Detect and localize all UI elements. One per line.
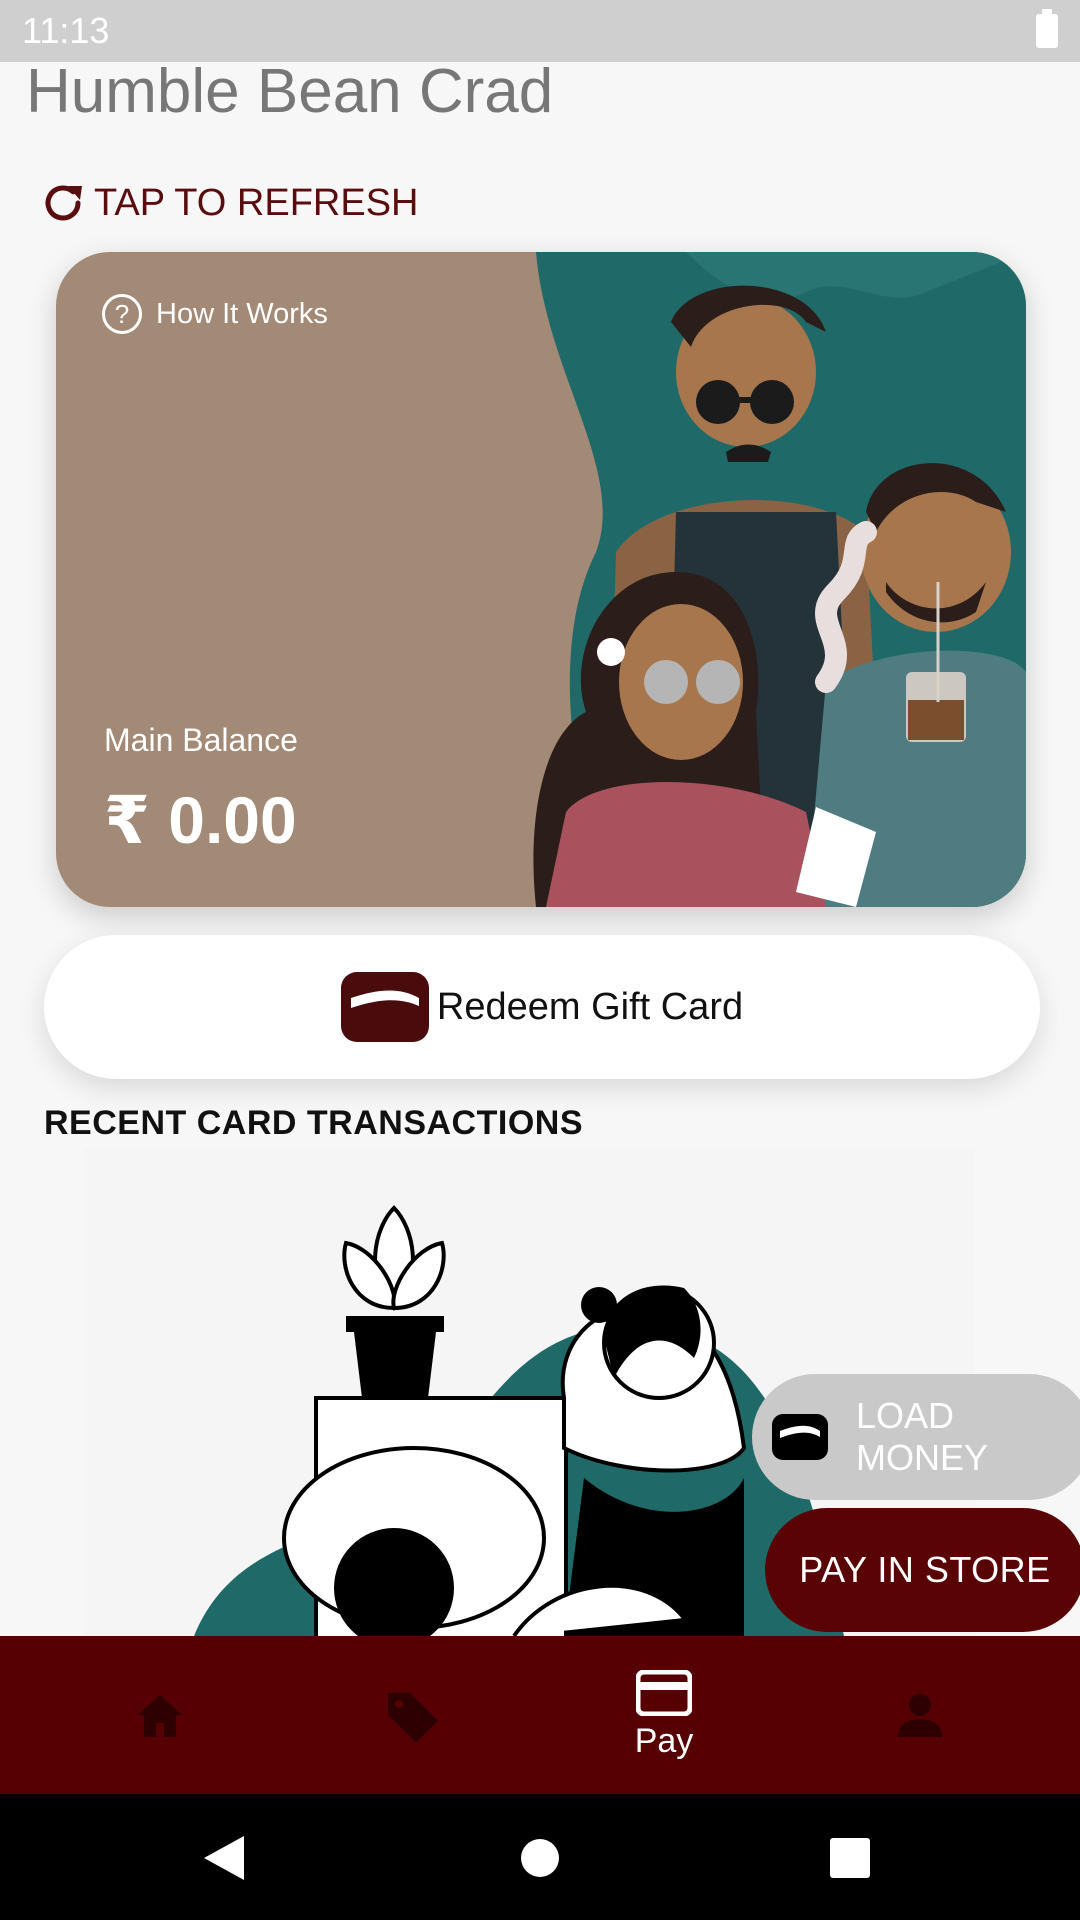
bottom-navigation: Pay [0, 1636, 1080, 1794]
back-icon[interactable] [200, 1834, 246, 1882]
load-money-button[interactable]: LOAD MONEY [752, 1374, 1080, 1500]
refresh-icon [45, 185, 82, 221]
card-icon [636, 1669, 692, 1716]
home-circle-icon[interactable] [520, 1838, 560, 1878]
refresh-label: TAP TO REFRESH [94, 181, 419, 224]
recents-icon[interactable] [830, 1838, 870, 1878]
person-icon [898, 1694, 942, 1737]
redeem-label: Redeem Gift Card [436, 985, 744, 1028]
transactions-title: RECENT CARD TRANSACTIONS [44, 1104, 583, 1142]
tap-to-refresh-button[interactable]: TAP TO REFRESH [40, 180, 418, 226]
help-icon: ? [102, 294, 142, 334]
status-bar: 11:13 [0, 0, 1080, 62]
gift-card-icon [340, 972, 429, 1042]
wallet-icon [772, 1414, 828, 1460]
nav-home[interactable] [112, 1636, 208, 1794]
nav-pay-label: Pay [634, 1721, 694, 1760]
redeem-gift-card-button[interactable]: Redeem Gift Card [44, 935, 1040, 1079]
balance-value: ₹ 0.00 [104, 783, 297, 857]
pay-in-store-button[interactable]: PAY IN STORE [765, 1508, 1080, 1632]
balance-label: Main Balance [104, 722, 298, 758]
battery-icon [1036, 9, 1058, 48]
status-time: 11:13 [22, 10, 110, 51]
home-icon [138, 1695, 182, 1737]
how-it-works-link[interactable]: ? How It Works [102, 294, 328, 334]
pay-in-store-label: PAY IN STORE [799, 1549, 1051, 1590]
system-navigation-bar [0, 1794, 1080, 1920]
nav-offers[interactable] [364, 1636, 460, 1794]
nav-pay[interactable]: Pay [616, 1636, 712, 1794]
nav-profile[interactable] [872, 1636, 968, 1794]
how-it-works-label: How It Works [156, 297, 328, 330]
gift-card: ? How It Works Main Balance ₹ 0.00 [56, 252, 1026, 907]
load-money-label: LOAD MONEY [856, 1395, 989, 1478]
tag-icon [388, 1693, 438, 1743]
card-illustration [533, 252, 1026, 907]
page-title: Humble Bean Crad [26, 57, 554, 126]
